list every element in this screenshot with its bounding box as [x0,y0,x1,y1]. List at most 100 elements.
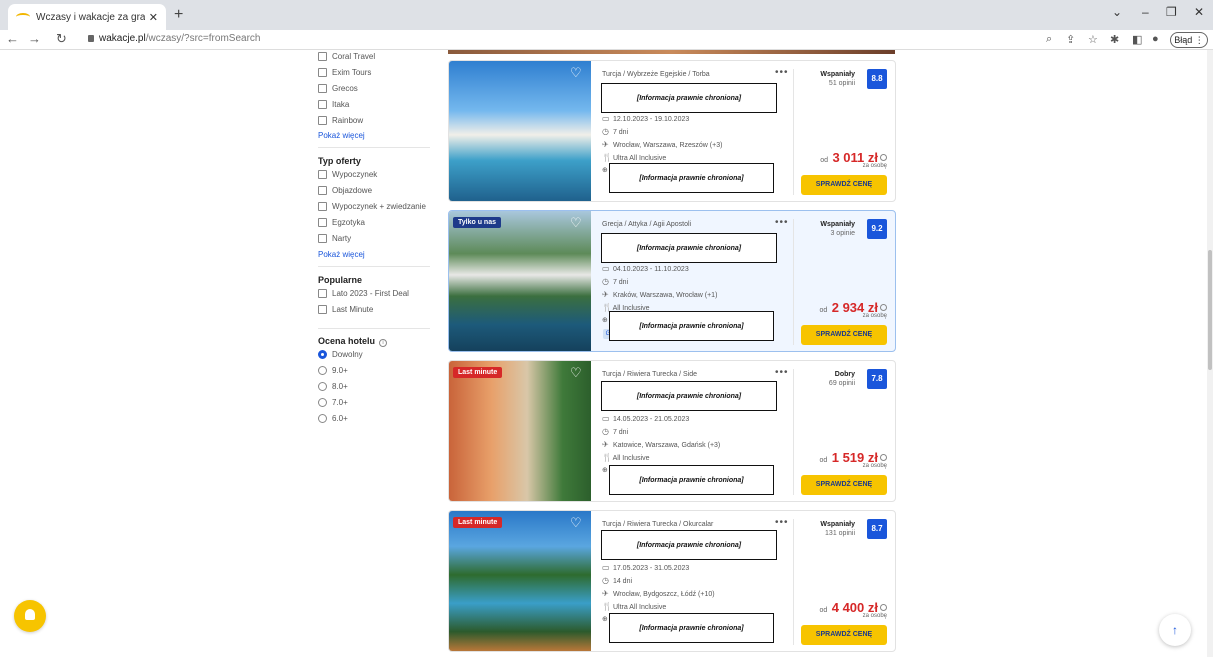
rating-option-8[interactable]: 8.0+ [318,382,348,391]
price-info-icon[interactable] [880,154,887,161]
offer-location[interactable]: Turcja / Wybrzeże Egejskie / Torba [602,71,710,78]
checkbox[interactable] [318,186,327,195]
filter-type-wypoczynek[interactable]: Wypoczynek [318,170,377,179]
checkbox[interactable] [318,116,327,125]
offer-card[interactable]: Last minute ♡ Turcja / Riwiera Turecka /… [448,360,896,502]
offer-location[interactable]: Grecja / Attyka / Agii Apostoli [602,221,691,228]
rating-option-7[interactable]: 7.0+ [318,398,348,407]
filter-operator-grecos[interactable]: Grecos [318,84,358,93]
radio[interactable] [318,398,327,407]
forward-arrow-icon[interactable]: → [28,31,41,46]
info-icon[interactable]: i [379,339,388,347]
hotel-photo[interactable] [449,211,591,351]
radio[interactable] [318,366,327,375]
rating-option-6[interactable]: 6.0+ [318,414,348,423]
review-count[interactable]: 69 opinii [829,380,855,387]
check-price-button[interactable]: SPRAWDŹ CENĘ [801,625,887,645]
more-options-icon[interactable]: ••• [775,67,789,78]
favorite-heart-icon[interactable]: ♡ [570,516,582,529]
hotel-photo[interactable] [449,361,591,501]
filter-type-objazdowe[interactable]: Objazdowe [318,186,372,195]
filter-label: Objazdowe [332,186,373,195]
more-options-icon[interactable]: ••• [775,367,789,378]
check-price-button[interactable]: SPRAWDŹ CENĘ [801,475,887,495]
filter-label: Coral Travel [332,52,376,61]
globe-icon: ⊕ [602,616,608,623]
more-options-icon[interactable]: ••• [775,217,789,228]
offer-departures: ✈ Kraków, Warszawa, Wrocław (+1) [602,290,717,299]
extensions-icon[interactable]: ✱ [1110,33,1119,46]
price-info-icon[interactable] [880,454,887,461]
profile-icon[interactable]: ● [1152,33,1159,45]
browser-tab[interactable]: Wczasy i wakacje za granicą na W ✕ [8,4,166,30]
checkbox[interactable] [318,52,327,61]
scrollbar-thumb[interactable] [1208,250,1212,370]
rating-option-9[interactable]: 9.0+ [318,366,348,375]
hotel-photo[interactable] [449,511,591,651]
checkbox[interactable] [318,234,327,243]
offer-card[interactable]: Last minute ♡ Turcja / Riwiera Turecka /… [448,510,896,652]
hotel-name-redacted: [Informacja prawnie chroniona] [601,83,777,113]
back-arrow-icon[interactable]: ← [6,31,19,46]
price-info-icon[interactable] [880,604,887,611]
checkbox[interactable] [318,218,327,227]
checkbox[interactable] [318,202,327,211]
offer-location[interactable]: Turcja / Riwiera Turecka / Okurcalar [602,521,713,528]
checkbox[interactable] [318,289,327,298]
price-info-icon[interactable] [880,304,887,311]
check-price-button[interactable]: SPRAWDŹ CENĘ [801,325,887,345]
chevron-down-icon[interactable]: ⌄ [1112,5,1122,19]
restore-icon[interactable]: ❐ [1166,5,1177,19]
filter-type-egzotyka[interactable]: Egzotyka [318,218,365,227]
filter-type-zwiedzanie[interactable]: Wypoczynek + zwiedzanie [318,202,426,211]
scroll-to-top-button[interactable]: ↑ [1159,614,1191,646]
review-count[interactable]: 3 opinie [830,230,855,237]
filter-operator-exim[interactable]: Exim Tours [318,68,371,77]
notification-bell-icon[interactable] [14,600,46,632]
bookmark-star-icon[interactable]: ☆ [1088,33,1098,46]
favorite-heart-icon[interactable]: ♡ [570,216,582,229]
minimize-icon[interactable]: – [1142,5,1149,19]
hotel-name-redacted: [Informacja prawnie chroniona] [601,530,777,560]
filter-operator-rainbow[interactable]: Rainbow [318,116,363,125]
radio[interactable] [318,382,327,391]
close-window-icon[interactable]: ✕ [1194,5,1204,19]
radio-selected[interactable] [318,350,327,359]
address-bar[interactable]: wakacje.pl/wczasy/?src=fromSearch [88,33,260,44]
filter-operator-coral[interactable]: Coral Travel [318,52,375,61]
offer-card[interactable]: Tylko u nas ♡ Grecja / Attyka / Agii Apo… [448,210,896,352]
error-button[interactable]: Błąd ⋮ [1170,32,1208,48]
previous-offer-image-edge [448,50,895,54]
offer-location[interactable]: Turcja / Riwiera Turecka / Side [602,371,697,378]
review-count[interactable]: 131 opinii [825,530,855,537]
radio[interactable] [318,414,327,423]
favorite-heart-icon[interactable]: ♡ [570,366,582,379]
checkbox[interactable] [318,84,327,93]
close-tab-icon[interactable]: ✕ [149,11,158,24]
share-icon[interactable]: ⇪ [1066,33,1075,46]
rating-option-any[interactable]: Dowolny [318,350,363,359]
show-more-operators-link[interactable]: Pokaż więcej [318,131,365,140]
more-options-icon[interactable]: ••• [775,517,789,528]
check-price-button[interactable]: SPRAWDŹ CENĘ [801,175,887,195]
zoom-icon[interactable]: ⌕ [1046,33,1052,46]
reload-icon[interactable]: ↻ [56,31,67,47]
offer-dates-text: 12.10.2023 - 19.10.2023 [612,116,690,123]
new-tab-icon[interactable]: + [174,6,183,24]
extra-info-redacted: [Informacja prawnie chroniona] [609,465,774,495]
favorite-heart-icon[interactable]: ♡ [570,66,582,79]
hotel-photo[interactable] [449,61,591,201]
rating-word: Wspaniały [820,71,855,78]
review-count[interactable]: 51 opinii [829,80,855,87]
checkbox[interactable] [318,170,327,179]
checkbox[interactable] [318,100,327,109]
filter-type-narty[interactable]: Narty [318,234,351,243]
show-more-types-link[interactable]: Pokaż więcej [318,250,365,259]
sidepanel-icon[interactable]: ◧ [1132,33,1142,46]
checkbox[interactable] [318,68,327,77]
checkbox[interactable] [318,305,327,314]
filter-popular-last-minute[interactable]: Last Minute [318,305,373,314]
filter-popular-first-deal[interactable]: Lato 2023 - First Deal [318,289,409,298]
filter-operator-itaka[interactable]: Itaka [318,100,349,109]
offer-card[interactable]: ♡ Turcja / Wybrzeże Egejskie / Torba •••… [448,60,896,202]
